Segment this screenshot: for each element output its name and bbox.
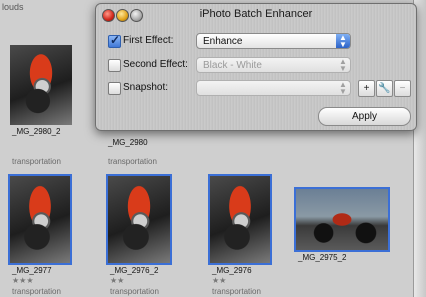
photo-name: _MG_2977 (12, 266, 52, 275)
snapshot-checkbox[interactable] (108, 82, 121, 95)
photo-thumbnail[interactable] (8, 174, 72, 265)
snapshot-label: Snapshot: (123, 82, 169, 93)
first-effect-checkbox[interactable]: ✓ (108, 33, 121, 48)
popup-arrows-icon: ▲ ▼ (339, 57, 347, 73)
photo-thumbnail[interactable] (208, 174, 272, 265)
photo-thumbnail[interactable] (10, 45, 72, 125)
remove-snapshot-button[interactable]: − (394, 80, 411, 97)
photo-name: _MG_2980_2 (12, 127, 61, 136)
photo-thumbnail[interactable] (294, 187, 390, 252)
second-effect-label: Second Effect: (123, 59, 188, 70)
photo-rating: ★★ (212, 276, 227, 285)
photo-rating: ★★★ (12, 276, 34, 285)
popup-arrows-icon: ▲ ▼ (339, 80, 347, 96)
photo-name: _MG_2976_2 (110, 266, 159, 275)
photo-keyword: transportation (110, 287, 159, 296)
second-effect-checkbox[interactable] (108, 59, 121, 72)
first-effect-label: First Effect: (123, 35, 174, 46)
photo-name: _MG_2975_2 (298, 253, 347, 262)
snapshot-popup[interactable]: ▲ ▼ (196, 80, 351, 96)
photo-keyword: transportation (212, 287, 261, 296)
photo-name: _MG_2980 (108, 138, 148, 147)
popup-arrows-icon: ▲ ▼ (336, 34, 350, 49)
photo-keyword: transportation (108, 157, 157, 166)
batch-enhancer-panel: iPhoto Batch Enhancer ✓ First Effect: En… (95, 3, 417, 131)
panel-title: iPhoto Batch Enhancer (199, 8, 313, 20)
first-effect-value: Enhance (203, 36, 243, 47)
first-effect-popup[interactable]: Enhance ▲ ▼ (196, 33, 351, 49)
apply-button[interactable]: Apply (318, 107, 411, 126)
photo-keyword: transportation (12, 287, 61, 296)
second-effect-popup[interactable]: Black - White ▲ ▼ (196, 57, 351, 73)
panel-titlebar[interactable]: iPhoto Batch Enhancer (96, 4, 416, 24)
add-snapshot-button[interactable]: + (358, 80, 375, 97)
checkmark-icon: ✓ (110, 33, 121, 47)
photo-thumbnail[interactable] (106, 174, 172, 265)
event-label: louds (2, 2, 24, 12)
second-effect-value: Black - White (203, 60, 262, 71)
photo-keyword: transportation (12, 157, 61, 166)
wrench-icon[interactable]: 🔧 (376, 80, 393, 97)
photo-rating: ★★ (110, 276, 125, 285)
photo-name: _MG_2976 (212, 266, 252, 275)
